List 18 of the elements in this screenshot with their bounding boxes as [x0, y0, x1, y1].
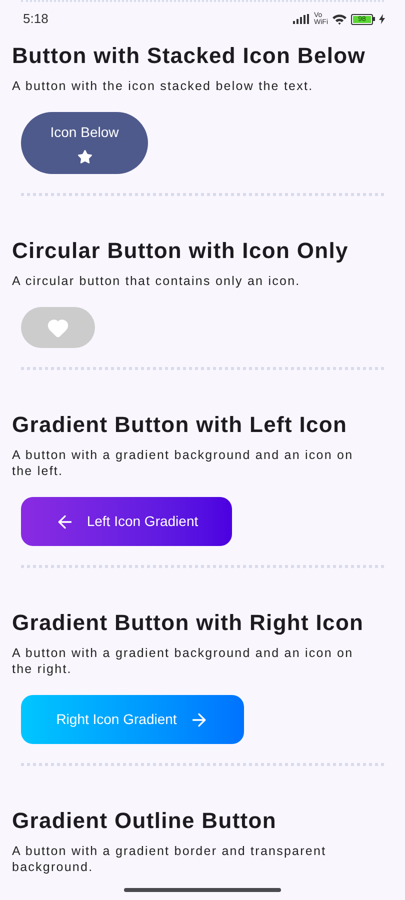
section-title: Circular Button with Icon Only — [12, 237, 350, 265]
signal-icon — [293, 14, 310, 24]
status-time: 5:18 — [23, 10, 48, 28]
section-title: Gradient Outline Button — [12, 807, 278, 835]
section-title: Button with Stacked Icon Below — [12, 42, 366, 70]
icon-below-button[interactable]: Icon Below — [21, 112, 148, 174]
section-description: A button with a gradient background and an icon on the left. — [12, 447, 354, 479]
section-description: A circular button that contains only an icon. — [12, 273, 302, 289]
charging-icon — [379, 14, 385, 24]
star-icon — [76, 148, 92, 164]
section-title: Gradient Button with Left Icon — [12, 411, 348, 439]
section-description: A button with a gradient border and transparent background. — [12, 843, 328, 875]
section-title: Gradient Button with Right Icon — [12, 609, 365, 637]
section-description: A button with the icon stacked below the text. — [12, 78, 314, 94]
section-description: A button with a gradient background and an icon on the right. — [12, 645, 354, 677]
left-icon-gradient-button[interactable]: Left Icon Gradient — [21, 497, 232, 546]
wifi-icon — [332, 14, 347, 24]
heart-icon — [47, 316, 69, 338]
